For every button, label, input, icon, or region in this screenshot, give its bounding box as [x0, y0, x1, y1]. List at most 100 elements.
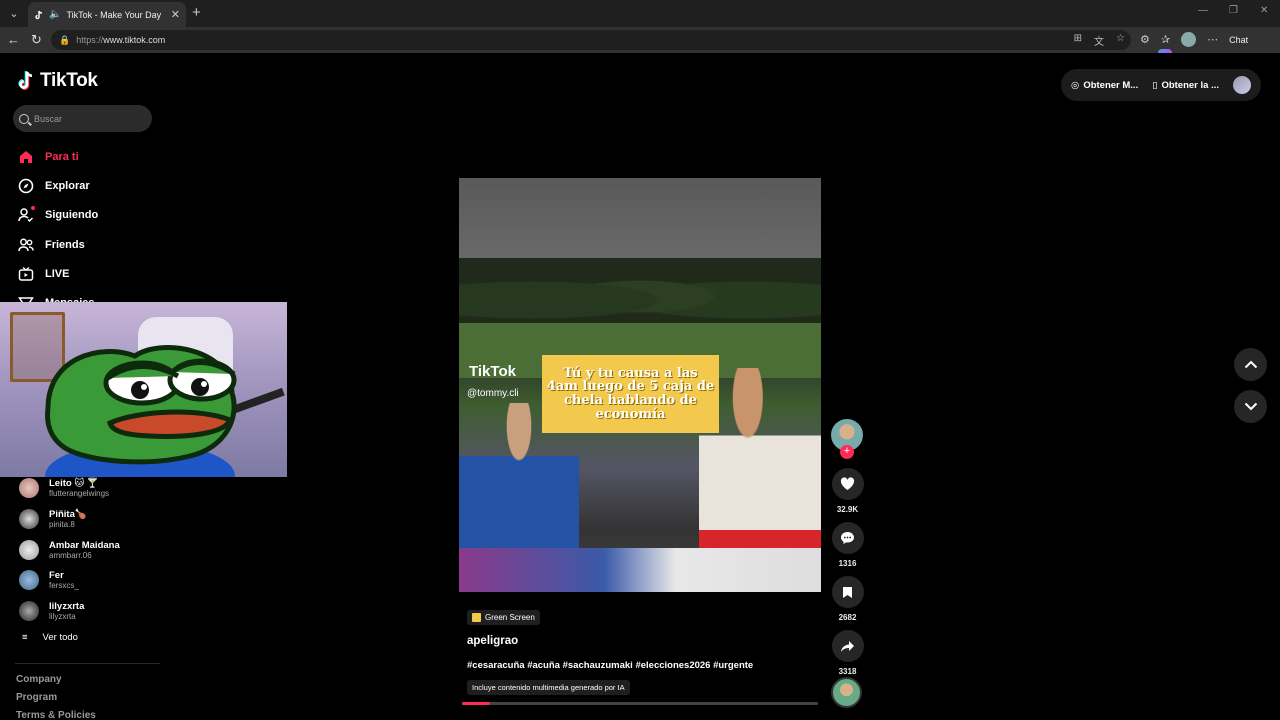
account-username: flutterangelwings: [49, 489, 110, 499]
url-host: www.tiktok.com: [103, 35, 166, 45]
sidebar-item-explorar[interactable]: Explorar: [17, 171, 98, 200]
video-caption-text: Tú y tu causa a las 4am luego de 5 caja …: [546, 365, 715, 422]
comment-action[interactable]: 1316: [831, 522, 864, 568]
browser-tab[interactable]: 🔈 TikTok - Make Your Day ✕: [28, 2, 186, 27]
following-account[interactable]: Piñita🍗 pinita.8: [19, 504, 120, 535]
like-action[interactable]: 32.9K: [831, 468, 864, 514]
ai-content-badge: Incluye contenido multimedia generado po…: [467, 680, 630, 695]
address-bar[interactable]: 🔒 https://www.tiktok.com ⊞ 文 ☆: [51, 30, 1131, 50]
following-account[interactable]: Ambar Maidana ammbarr.06: [19, 534, 120, 565]
close-window-icon[interactable]: ✕: [1260, 5, 1268, 16]
next-video-button[interactable]: [1234, 390, 1267, 423]
following-account[interactable]: lilyzxrta lilyzxrta: [19, 596, 120, 627]
effect-tag[interactable]: Green Screen: [467, 610, 540, 625]
following-accounts-list: Leito 🐱 🍸 flutterangelwings Piñita🍗 pinita…: [19, 473, 120, 626]
coin-icon: ◎: [1071, 79, 1080, 91]
video-player[interactable]: TikTok @tommy.cli Tú y tu causa a las 4a…: [459, 178, 821, 592]
tiktok-logo[interactable]: TikTok: [18, 70, 98, 92]
save-action[interactable]: 2682: [831, 576, 864, 622]
share-action[interactable]: 3318: [831, 630, 864, 676]
video-meta: Green Screen apeligrao #cesaracuña #acuñ…: [467, 609, 753, 695]
account-username: ammbarr.06: [49, 550, 92, 560]
sidebar-item-friends[interactable]: Friends: [17, 230, 98, 259]
chevron-down-icon: [1244, 402, 1257, 411]
avatar: [19, 601, 39, 622]
back-icon[interactable]: ←: [7, 32, 20, 47]
url-text: https://www.tiktok.com: [76, 35, 165, 45]
more-menu-icon[interactable]: ⋯: [1207, 33, 1218, 46]
sidebar-item-siguiendo[interactable]: Siguiendo: [17, 201, 98, 230]
share-icon[interactable]: [831, 630, 864, 662]
bookmark-icon[interactable]: [831, 576, 864, 608]
search-box[interactable]: [13, 105, 152, 132]
translate-icon[interactable]: 文: [1094, 33, 1104, 48]
app-available-icon[interactable]: ⊞: [1074, 33, 1082, 48]
footer-link-company[interactable]: Company: [16, 674, 96, 692]
sidebar-item-para-ti[interactable]: Para ti: [17, 142, 98, 171]
search-input[interactable]: [34, 113, 144, 124]
minimize-icon[interactable]: —: [1198, 5, 1208, 16]
see-all-button[interactable]: ≡ Ver todo: [22, 632, 78, 643]
audio-playing-icon[interactable]: 🔈: [49, 9, 61, 20]
account-name: Ambar Maidana: [49, 539, 120, 551]
video-bushes: [459, 258, 821, 328]
like-count: 32.9K: [836, 505, 859, 514]
comment-count: 1316: [838, 559, 857, 568]
phone-icon: ▯: [1152, 79, 1158, 91]
video-username[interactable]: apeligrao: [467, 635, 518, 647]
footer-link-program[interactable]: Program: [16, 692, 96, 710]
sidebar-item-label: LIVE: [45, 267, 70, 280]
account-name: Piñita🍗: [49, 509, 87, 521]
chevron-up-icon: [1244, 360, 1257, 369]
follow-plus-icon[interactable]: +: [840, 445, 854, 459]
profile-avatar[interactable]: [1181, 32, 1197, 47]
following-account[interactable]: Fer fersxcs_: [19, 565, 120, 596]
tiktok-favicon-icon: [35, 10, 43, 19]
creator-avatar[interactable]: +: [831, 419, 863, 459]
user-avatar[interactable]: [1233, 76, 1251, 94]
browser-tab-bar: ⌄ 🔈 TikTok - Make Your Day ✕ + — ❐ ✕: [0, 0, 1280, 27]
get-coins-button[interactable]: ◎ Obtener M...: [1071, 80, 1138, 91]
get-app-label: Obtener la ...: [1161, 79, 1219, 91]
video-progress-bar[interactable]: [462, 702, 818, 705]
avatar: [19, 509, 39, 530]
new-tab-icon[interactable]: +: [192, 4, 201, 21]
video-actions: + 32.9K 1316 2682 3318: [831, 419, 864, 676]
favorite-star-icon[interactable]: ☆: [1116, 33, 1125, 48]
save-count: 2682: [838, 613, 857, 622]
get-app-button[interactable]: ▯ Obtener la ...: [1152, 80, 1219, 91]
previous-video-button[interactable]: [1234, 348, 1267, 381]
see-all-label: Ver todo: [42, 632, 78, 643]
footer-links: Company Program Terms & Policies: [16, 674, 96, 720]
account-name: Leito 🐱 🍸: [49, 478, 99, 490]
maximize-icon[interactable]: ❐: [1229, 5, 1238, 16]
refresh-icon[interactable]: ↻: [31, 32, 42, 48]
music-disc-avatar[interactable]: [831, 677, 862, 708]
video-hashtags[interactable]: #cesaracuña #acuña #sachauzumaki #elecci…: [467, 660, 753, 671]
comment-icon[interactable]: [831, 522, 864, 554]
compass-icon: [17, 177, 34, 194]
footer-link-terms[interactable]: Terms & Policies: [16, 710, 96, 720]
tab-actions-icon[interactable]: ⌄: [5, 5, 23, 23]
pepe-frog-image: [45, 345, 237, 477]
browser-toolbar: ← ↻ 🔒 https://www.tiktok.com ⊞ 文 ☆ ⚙ ✰ ⋯…: [0, 27, 1280, 63]
sidebar-item-label: Siguiendo: [45, 209, 99, 222]
list-icon: ≡: [22, 632, 28, 643]
site-info-icon[interactable]: 🔒: [59, 35, 70, 46]
heart-icon[interactable]: [831, 468, 864, 500]
logo-text: TikTok: [40, 70, 98, 91]
sidebar-item-live[interactable]: LIVE: [17, 259, 98, 288]
account-name: lilyzxrta: [49, 601, 85, 613]
close-tab-icon[interactable]: ✕: [171, 8, 180, 21]
sidebar-item-label: Friends: [45, 238, 85, 251]
copilot-chat-button[interactable]: Chat: [1158, 35, 1248, 63]
share-count: 3318: [838, 667, 857, 676]
green-screen-icon: [472, 613, 481, 622]
video-watermark: TikTok: [469, 363, 516, 380]
extensions-icon[interactable]: ⚙: [1140, 33, 1150, 46]
following-icon: [17, 205, 35, 224]
following-account[interactable]: Leito 🐱 🍸 flutterangelwings: [19, 473, 120, 504]
tiktok-page: TikTok Para ti Explorar Siguiendo Friend…: [0, 53, 1280, 720]
favorites-icon[interactable]: ✰: [1161, 33, 1170, 46]
live-icon: [17, 265, 34, 282]
